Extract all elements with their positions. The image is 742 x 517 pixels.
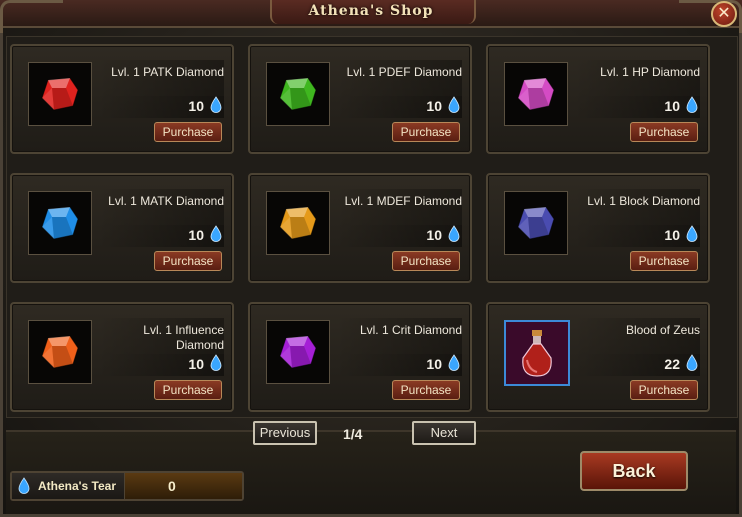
item-name: Blood of Zeus [625,323,700,337]
purchase-button[interactable]: Purchase [154,251,222,271]
title-bar: Athena's Shop [0,0,742,33]
pink-gem-icon [517,77,555,111]
item-name: Lvl. 1 HP Diamond [600,65,700,79]
item-name: Lvl. 1 Influence Diamond [143,323,224,352]
purchase-button[interactable]: Purchase [630,122,698,142]
item-price: 10 [188,98,204,114]
shop-item-card: Lvl. 1 PATK Diamond 10 Purchase [10,44,234,154]
shop-item-card: Lvl. 1 Crit Diamond 10 Purchase [248,302,472,412]
shop-item-card: Lvl. 1 MDEF Diamond 10 Purchase [248,173,472,283]
shop-item-card: Lvl. 1 Block Diamond 10 Purchase [486,173,710,283]
water-drop-icon [448,225,460,242]
shop-item-card: Lvl. 1 PDEF Diamond 10 Purchase [248,44,472,154]
purchase-button[interactable]: Purchase [154,380,222,400]
currency-panel: Athena's Tear [10,471,244,501]
item-price: 10 [188,356,204,372]
item-name: Lvl. 1 MATK Diamond [108,194,224,208]
purchase-button[interactable]: Purchase [630,251,698,271]
item-icon-slot [28,320,92,384]
water-drop-icon [210,96,222,113]
item-icon-slot [266,191,330,255]
water-drop-icon [18,477,30,494]
item-name: Lvl. 1 PATK Diamond [111,65,224,79]
item-price: 10 [188,227,204,243]
price-strip [336,96,462,118]
item-icon-slot [504,320,570,386]
item-name: Lvl. 1 Block Diamond [587,194,700,208]
currency-value: 0 [168,478,176,494]
price-strip [574,354,700,376]
item-icon-slot [504,191,568,255]
item-price: 10 [426,227,442,243]
price-strip [98,354,224,376]
item-price: 10 [664,227,680,243]
water-drop-icon [686,225,698,242]
price-strip [574,225,700,247]
item-icon-slot [266,320,330,384]
item-icon-slot [28,191,92,255]
water-drop-icon [448,354,460,371]
purchase-button[interactable]: Purchase [154,122,222,142]
price-strip [336,225,462,247]
purple-gem-icon [279,335,317,369]
shop-item-card: Blood of Zeus 22 Purchase [486,302,710,412]
water-drop-icon [448,96,460,113]
shop-item-card: Lvl. 1 MATK Diamond 10 Purchase [10,173,234,283]
price-strip [98,225,224,247]
water-drop-icon [210,354,222,371]
close-icon: ✕ [717,5,731,22]
item-name: Lvl. 1 PDEF Diamond [346,65,462,79]
water-drop-icon [686,96,698,113]
window-title: Athena's Shop [308,3,434,19]
blue-gem-icon [41,206,79,240]
item-icon-slot [504,62,568,126]
item-price: 10 [426,98,442,114]
price-strip [336,354,462,376]
red-gem-icon [41,77,79,111]
currency-value-box [125,473,242,499]
price-strip [574,96,700,118]
currency-label-box: Athena's Tear [12,473,125,499]
orange-gem-icon [279,206,317,240]
water-drop-icon [210,225,222,242]
price-strip [98,96,224,118]
item-price: 10 [426,356,442,372]
close-button[interactable]: ✕ [711,1,737,27]
purchase-button[interactable]: Purchase [630,380,698,400]
potion-bottle-icon [522,330,552,377]
page-indicator: 1/4 [343,426,363,442]
next-button[interactable]: Next [412,421,476,445]
green-gem-icon [279,77,317,111]
item-name: Lvl. 1 Crit Diamond [359,323,462,337]
item-icon-slot [28,62,92,126]
water-drop-icon [686,354,698,371]
shop-item-card: Lvl. 1 HP Diamond 10 Purchase [486,44,710,154]
orange-red-gem-icon [41,335,79,369]
item-name: Lvl. 1 MDEF Diamond [344,194,462,208]
back-button[interactable]: Back [580,451,688,491]
item-price: 22 [664,356,680,372]
currency-label: Athena's Tear [38,479,116,493]
shop-item-card: Lvl. 1 Influence Diamond 10 Purchase [10,302,234,412]
previous-button[interactable]: Previous [253,421,317,445]
purchase-button[interactable]: Purchase [392,380,460,400]
indigo-gem-icon [517,206,555,240]
item-icon-slot [266,62,330,126]
purchase-button[interactable]: Purchase [392,251,460,271]
purchase-button[interactable]: Purchase [392,122,460,142]
item-price: 10 [664,98,680,114]
